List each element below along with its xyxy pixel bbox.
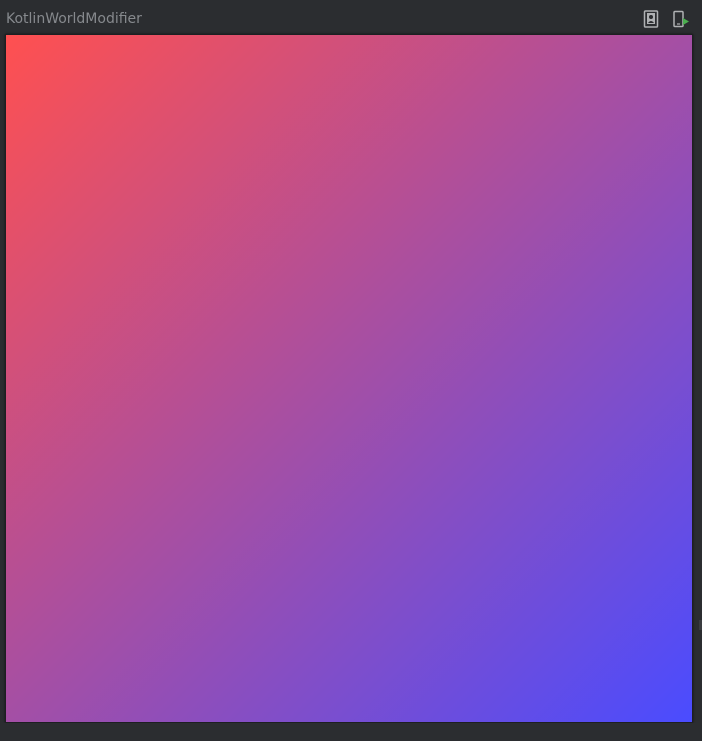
device-portrait-icon bbox=[643, 10, 659, 28]
preview-toolbar bbox=[642, 9, 690, 29]
bottom-strip bbox=[0, 723, 702, 741]
interactive-mode-button[interactable] bbox=[642, 10, 660, 28]
preview-title: KotlinWorldModifier bbox=[6, 11, 142, 27]
deploy-device-icon bbox=[673, 10, 689, 28]
preview-frame bbox=[5, 34, 693, 723]
gradient-preview-canvas[interactable] bbox=[6, 35, 692, 722]
preview-header: KotlinWorldModifier bbox=[0, 0, 702, 34]
deploy-preview-button[interactable] bbox=[672, 10, 690, 28]
